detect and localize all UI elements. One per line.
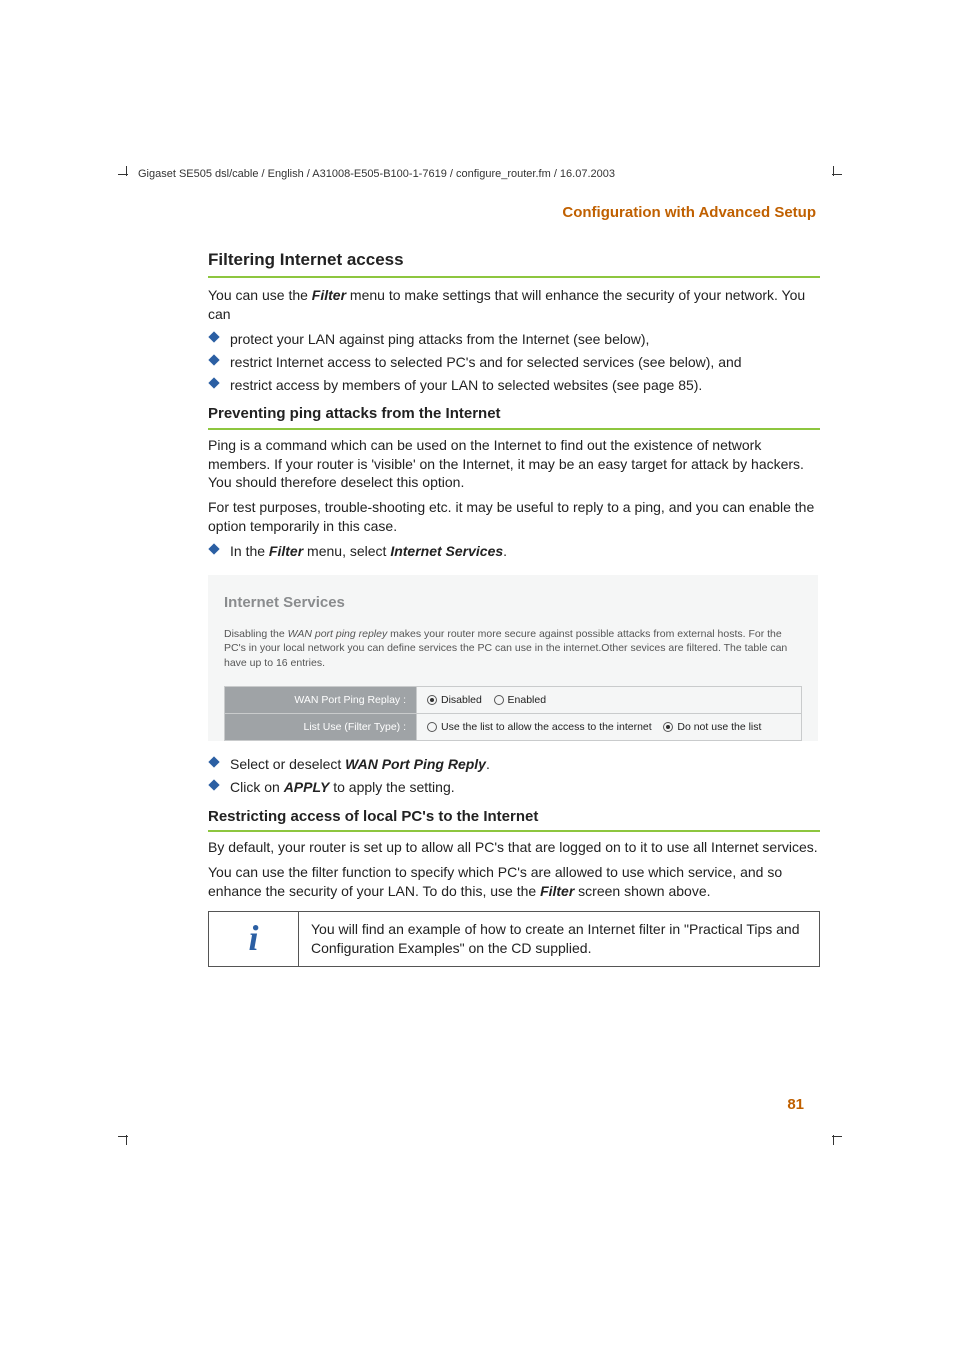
info-note-text: You will find an example of how to creat…	[299, 912, 819, 966]
list-item: restrict access by members of your LAN t…	[208, 376, 820, 395]
radio-selected-icon[interactable]	[427, 695, 437, 705]
radio-unselected-icon[interactable]	[427, 722, 437, 732]
radio-label: Disabled	[441, 694, 482, 706]
radio-label: Use the list to allow the access to the …	[441, 721, 652, 733]
section-header: Configuration with Advanced Setup	[138, 204, 820, 221]
paragraph: By default, your router is set up to all…	[208, 838, 820, 857]
text: restrict Internet access to selected PC'…	[230, 354, 742, 370]
paragraph: Ping is a command which can be used on t…	[208, 436, 820, 493]
bullet-icon	[208, 331, 219, 342]
document-path: Gigaset SE505 dsl/cable / English / A310…	[138, 168, 820, 180]
radio-selected-icon[interactable]	[663, 722, 673, 732]
text: Select or deselect	[230, 756, 345, 772]
text: You can use the	[208, 287, 312, 303]
heading-preventing-ping: Preventing ping attacks from the Interne…	[208, 404, 820, 429]
text: .	[503, 543, 507, 559]
row-value: Disabled Enabled	[417, 686, 802, 713]
internet-services-screenshot: Internet Services Disabling the WAN port…	[208, 575, 818, 741]
bold-term: APPLY	[284, 779, 330, 795]
step-bullets: In the Filter menu, select Internet Serv…	[208, 542, 820, 561]
heading-filtering-internet-access: Filtering Internet access	[208, 249, 820, 278]
heading-restricting-access: Restricting access of local PC's to the …	[208, 807, 820, 832]
filter-term: Filter	[540, 883, 574, 899]
text: protect your LAN against ping attacks fr…	[230, 331, 649, 347]
bullet-icon	[208, 354, 219, 365]
screenshot-description: Disabling the WAN port ping repley makes…	[224, 627, 802, 670]
text: menu, select	[303, 543, 390, 559]
paragraph: You can use the filter function to speci…	[208, 863, 820, 901]
radio-unselected-icon[interactable]	[494, 695, 504, 705]
filter-term: Filter	[269, 543, 303, 559]
intro-bullets: protect your LAN against ping attacks fr…	[208, 330, 820, 395]
text: Disabling the	[224, 628, 288, 640]
list-item: In the Filter menu, select Internet Serv…	[208, 542, 820, 561]
list-item: Click on APPLY to apply the setting.	[208, 778, 820, 797]
screenshot-title: Internet Services	[224, 593, 802, 613]
text: to apply the setting.	[329, 779, 454, 795]
row-value: Use the list to allow the access to the …	[417, 713, 802, 740]
internet-services-term: Internet Services	[390, 543, 503, 559]
intro-paragraph: You can use the Filter menu to make sett…	[208, 286, 820, 324]
text: screen shown above.	[574, 883, 710, 899]
text: restrict access by members of your LAN t…	[230, 377, 702, 393]
page-number: 81	[787, 1096, 804, 1113]
info-icon: i	[209, 912, 299, 966]
list-item: restrict Internet access to selected PC'…	[208, 353, 820, 372]
bullet-icon	[208, 779, 219, 790]
text: .	[486, 756, 490, 772]
list-item: Select or deselect WAN Port Ping Reply.	[208, 755, 820, 774]
emphasized-term: WAN port ping repley	[288, 628, 388, 640]
bold-term: WAN Port Ping Reply	[345, 756, 486, 772]
paragraph: For test purposes, trouble-shooting etc.…	[208, 498, 820, 536]
info-note-box: i You will find an example of how to cre…	[208, 911, 820, 967]
radio-label: Enabled	[508, 694, 547, 706]
text: In the	[230, 543, 269, 559]
filter-term: Filter	[312, 287, 346, 303]
settings-table: WAN Port Ping Replay : Disabled Enabled …	[224, 686, 802, 741]
row-label: WAN Port Ping Replay :	[225, 686, 417, 713]
bullet-icon	[208, 377, 219, 388]
radio-label: Do not use the list	[677, 721, 761, 733]
text: Click on	[230, 779, 284, 795]
bullet-icon	[208, 543, 219, 554]
list-item: protect your LAN against ping attacks fr…	[208, 330, 820, 349]
row-label: List Use (Filter Type) :	[225, 713, 417, 740]
action-bullets: Select or deselect WAN Port Ping Reply. …	[208, 755, 820, 797]
table-row: WAN Port Ping Replay : Disabled Enabled	[225, 686, 802, 713]
bullet-icon	[208, 756, 219, 767]
table-row: List Use (Filter Type) : Use the list to…	[225, 713, 802, 740]
